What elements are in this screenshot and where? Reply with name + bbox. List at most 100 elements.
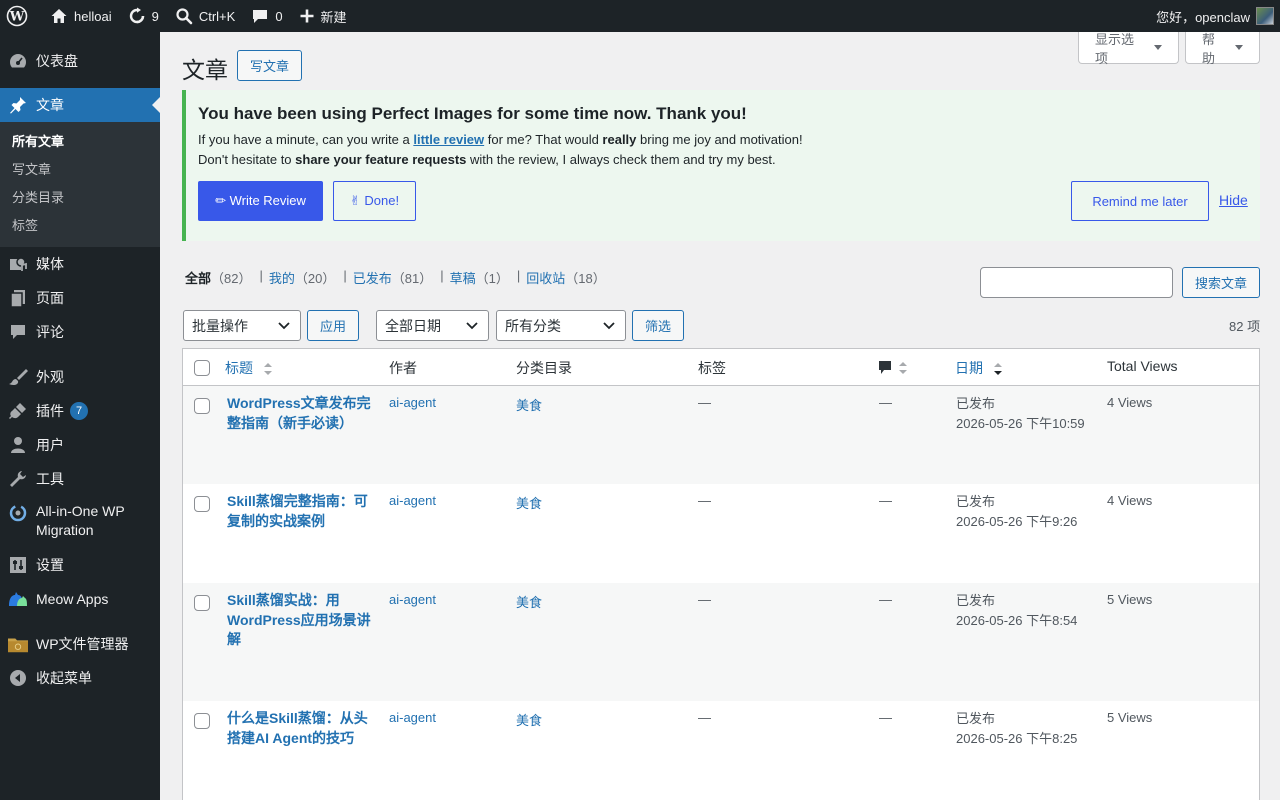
updates-link[interactable]: 9 [120, 0, 167, 32]
submenu-add-post[interactable]: 写文章 [0, 156, 160, 184]
home-icon [51, 9, 67, 23]
search-icon [176, 8, 193, 25]
screen-options-button[interactable]: 显示选项 [1078, 32, 1179, 66]
select-all-checkbox[interactable] [194, 360, 210, 376]
little-review-link[interactable]: little review [413, 132, 484, 147]
table-row: Skill蒸馏实战：用WordPress应用场景讲解 ai-agent 美食 — — 已发… [183, 583, 1259, 701]
post-title-link[interactable]: Skill蒸馏实战：用WordPress应用场景讲解 [227, 591, 377, 650]
submenu-tags[interactable]: 标签 [0, 212, 160, 240]
post-title-link[interactable]: WordPress文章发布完整指南（新手必读） [227, 394, 377, 433]
category-filter-select[interactable]: 所有分类 [496, 310, 626, 341]
post-title-link[interactable]: 什么是Skill蒸馏：从头搭建AI Agent的技巧 [227, 709, 377, 748]
post-views: 4 Views [1107, 493, 1153, 508]
search-shortcut: Ctrl+K [198, 8, 236, 24]
comments-link[interactable]: 0 [243, 0, 290, 32]
notice-title: You have been using Perfect Images for s… [198, 104, 747, 124]
menu-plugins[interactable]: 插件 7 [0, 394, 160, 428]
menu-wp-file-manager[interactable]: WP文件管理器 [0, 627, 160, 661]
menu-appearance[interactable]: 外观 [0, 360, 160, 394]
column-title-header[interactable]: 标题 [225, 358, 273, 378]
view-drafts[interactable]: 草稿（1） [450, 268, 509, 287]
submenu-all-posts[interactable]: 所有文章 [0, 128, 160, 156]
row-checkbox[interactable] [194, 398, 210, 414]
post-title-link[interactable]: Skill蒸馏完整指南：可复制的实战案例 [227, 492, 377, 531]
table-row: WordPress文章发布完整指南（新手必读） ai-agent 美食 — — 已发布 20… [183, 386, 1259, 484]
row-checkbox[interactable] [194, 713, 210, 729]
post-category-link[interactable]: 美食 [516, 395, 542, 414]
menu-meow-apps[interactable]: Meow Apps [0, 582, 160, 616]
view-all[interactable]: 全部（82） [185, 268, 251, 287]
write-review-button[interactable]: ✏ Write Review [198, 181, 323, 221]
row-checkbox[interactable] [194, 595, 210, 611]
column-comments-header[interactable] [878, 360, 908, 376]
view-trash-label: 回收站 [526, 271, 566, 286]
notice-line1-mid: for me? That would [484, 132, 603, 147]
view-separator: | [343, 268, 347, 283]
post-category-link[interactable]: 美食 [516, 592, 542, 611]
post-author-link[interactable]: ai-agent [389, 592, 436, 607]
row-checkbox[interactable] [194, 496, 210, 512]
new-content-link[interactable]: 新建 [291, 0, 355, 32]
menu-comments[interactable]: 评论 [0, 315, 160, 349]
view-trash[interactable]: 回收站（18） [526, 268, 605, 287]
apply-button[interactable]: 应用 [307, 310, 359, 341]
menu-users[interactable]: 用户 [0, 428, 160, 462]
post-status: 已发布 [956, 494, 996, 509]
menu-dashboard[interactable]: 仪表盘 [0, 44, 160, 78]
view-separator: | [259, 268, 263, 283]
site-name: helloai [74, 8, 112, 24]
post-date: 2026-05-26 下午10:59 [956, 416, 1085, 431]
notice-line2-pre: Don't hesitate to [198, 152, 296, 167]
admin-sidebar: 仪表盘 文章 所有文章 写文章 分类目录 标签 媒体 页面 评论 外观 插件 7… [0, 32, 160, 800]
wordpress-logo-icon[interactable]: W [0, 0, 42, 32]
menu-posts[interactable]: 文章 [0, 88, 160, 122]
view-all-count: （82） [211, 271, 252, 286]
collapse-menu-button[interactable]: 收起菜单 [0, 661, 160, 695]
search-posts-button[interactable]: 搜索文章 [1182, 267, 1260, 298]
remind-later-button[interactable]: Remind me later [1071, 181, 1209, 221]
post-tags: — [698, 592, 711, 607]
help-button[interactable]: 帮助 [1185, 32, 1260, 66]
menu-dashboard-label: 仪表盘 [36, 53, 78, 69]
view-trash-count: （18） [565, 271, 606, 286]
menu-media-label: 媒体 [36, 256, 64, 272]
view-all-label: 全部 [185, 271, 212, 286]
svg-text:W: W [9, 10, 25, 25]
plugins-icon [8, 401, 28, 421]
date-filter-select[interactable]: 全部日期 [376, 310, 489, 341]
my-account[interactable]: 您好，openclaw [1148, 0, 1280, 32]
post-author-link[interactable]: ai-agent [389, 710, 436, 725]
post-category-link[interactable]: 美食 [516, 493, 542, 512]
view-mine[interactable]: 我的（20） [269, 268, 335, 287]
submenu-categories[interactable]: 分类目录 [0, 184, 160, 212]
menu-all-in-one-wp-migration[interactable]: All-in-One WP Migration [0, 496, 160, 548]
post-search-input[interactable] [980, 267, 1173, 298]
caret-down-icon [1154, 45, 1162, 50]
bulk-actions-select[interactable]: 批量操作 [183, 310, 301, 341]
column-title-label: 标题 [225, 360, 253, 376]
post-category-link[interactable]: 美食 [516, 710, 542, 729]
column-date-header[interactable]: 日期 [955, 358, 1003, 378]
menu-pages-label: 页面 [36, 290, 64, 306]
updates-count: 9 [151, 8, 159, 24]
view-published[interactable]: 已发布（81） [353, 268, 432, 287]
menu-pages[interactable]: 页面 [0, 281, 160, 315]
table-header: 标题 作者 分类目录 标签 日期 Total Views [183, 349, 1259, 386]
collapse-icon [8, 668, 28, 688]
hide-notice-link[interactable]: Hide [1219, 192, 1248, 208]
done-button[interactable]: ✌ Done! [333, 181, 416, 221]
post-author-link[interactable]: ai-agent [389, 395, 436, 410]
post-author-link[interactable]: ai-agent [389, 493, 436, 508]
filter-button[interactable]: 筛选 [632, 310, 684, 341]
greeting: 您好，openclaw [1156, 9, 1250, 25]
meow-apps-icon [8, 589, 28, 609]
menu-settings[interactable]: 设置 [0, 548, 160, 582]
add-new-post-button[interactable]: 写文章 [237, 50, 302, 81]
site-name-link[interactable]: helloai [42, 0, 120, 32]
menu-media[interactable]: 媒体 [0, 247, 160, 281]
view-published-count: （81） [391, 271, 433, 286]
menu-tools[interactable]: 工具 [0, 462, 160, 496]
command-search[interactable]: Ctrl+K [167, 0, 243, 32]
post-tags: — [698, 395, 711, 410]
admin-bar: W helloai 9 Ctrl+K 0 新建 您好，openclaw [0, 0, 1280, 32]
